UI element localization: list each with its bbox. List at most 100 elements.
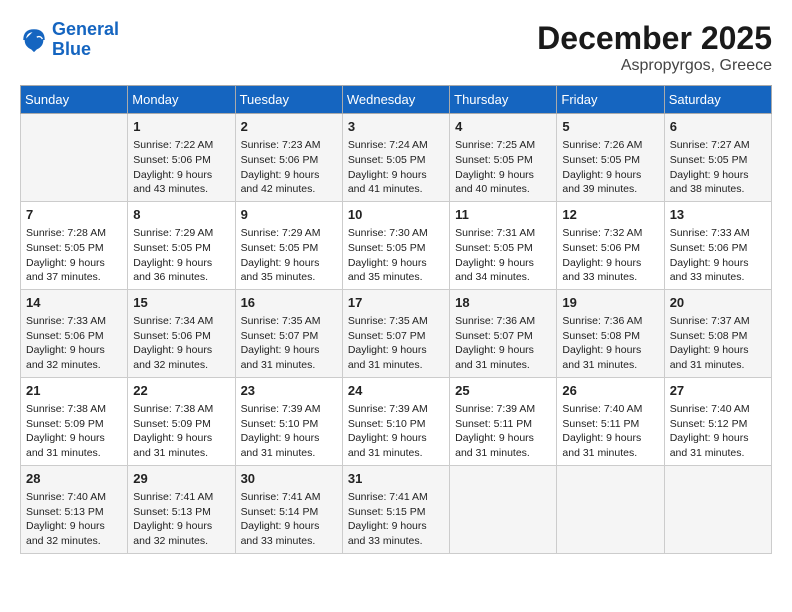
- calendar-cell: 27 Sunrise: 7:40 AM Sunset: 5:12 PM Dayli…: [664, 377, 771, 465]
- calendar-cell: [450, 465, 557, 553]
- day-info: Sunrise: 7:25 AM Sunset: 5:05 PM Dayligh…: [455, 138, 551, 197]
- day-number: 5: [562, 118, 658, 136]
- day-info: Sunrise: 7:39 AM Sunset: 5:10 PM Dayligh…: [241, 402, 337, 461]
- day-info: Sunrise: 7:37 AM Sunset: 5:08 PM Dayligh…: [670, 314, 766, 373]
- day-number: 18: [455, 294, 551, 312]
- calendar-cell: 11Sunrise: 7:31 AM Sunset: 5:05 PM Dayli…: [450, 201, 557, 289]
- day-number: 27: [670, 382, 766, 400]
- calendar-cell: 19 Sunrise: 7:36 AM Sunset: 5:08 PM Dayli…: [557, 289, 664, 377]
- weekday-header: Sunday: [21, 86, 128, 114]
- logo-text: General Blue: [52, 20, 119, 60]
- calendar-cell: 25Sunrise: 7:39 AM Sunset: 5:11 PM Dayli…: [450, 377, 557, 465]
- calendar-cell: 18 Sunrise: 7:36 AM Sunset: 5:07 PM Dayli…: [450, 289, 557, 377]
- weekday-header-row: SundayMondayTuesdayWednesdayThursdayFrid…: [21, 86, 772, 114]
- day-number: 21: [26, 382, 122, 400]
- day-info: Sunrise: 7:41 AM Sunset: 5:15 PM Dayligh…: [348, 490, 444, 549]
- day-number: 20: [670, 294, 766, 312]
- logo: General Blue: [20, 20, 119, 60]
- day-info: Sunrise: 7:33 AM Sunset: 5:06 PM Dayligh…: [670, 226, 766, 285]
- day-number: 2: [241, 118, 337, 136]
- day-number: 9: [241, 206, 337, 224]
- weekday-header: Friday: [557, 86, 664, 114]
- calendar-week-row: 1Sunrise: 7:22 AM Sunset: 5:06 PM Daylig…: [21, 114, 772, 202]
- day-number: 6: [670, 118, 766, 136]
- day-info: Sunrise: 7:26 AM Sunset: 5:05 PM Dayligh…: [562, 138, 658, 197]
- day-number: 4: [455, 118, 551, 136]
- calendar-cell: 26Sunrise: 7:40 AM Sunset: 5:11 PM Dayli…: [557, 377, 664, 465]
- day-info: Sunrise: 7:36 AM Sunset: 5:07 PM Dayligh…: [455, 314, 551, 373]
- day-number: 3: [348, 118, 444, 136]
- calendar-cell: 30Sunrise: 7:41 AM Sunset: 5:14 PM Dayli…: [235, 465, 342, 553]
- day-number: 24: [348, 382, 444, 400]
- day-number: 19: [562, 294, 658, 312]
- day-info: Sunrise: 7:38 AM Sunset: 5:09 PM Dayligh…: [133, 402, 229, 461]
- calendar-week-row: 21 Sunrise: 7:38 AM Sunset: 5:09 PM Dayli…: [21, 377, 772, 465]
- logo-line2: Blue: [52, 39, 91, 59]
- day-number: 13: [670, 206, 766, 224]
- day-info: Sunrise: 7:30 AM Sunset: 5:05 PM Dayligh…: [348, 226, 444, 285]
- weekday-header: Thursday: [450, 86, 557, 114]
- calendar-cell: 3 Sunrise: 7:24 AM Sunset: 5:05 PM Daylig…: [342, 114, 449, 202]
- day-info: Sunrise: 7:29 AM Sunset: 5:05 PM Dayligh…: [241, 226, 337, 285]
- calendar-cell: [21, 114, 128, 202]
- day-info: Sunrise: 7:40 AM Sunset: 5:11 PM Dayligh…: [562, 402, 658, 461]
- day-number: 11: [455, 206, 551, 224]
- day-number: 31: [348, 470, 444, 488]
- day-info: Sunrise: 7:36 AM Sunset: 5:08 PM Dayligh…: [562, 314, 658, 373]
- day-number: 30: [241, 470, 337, 488]
- title-section: December 2025 Aspropyrgos, Greece: [537, 20, 772, 75]
- day-number: 16: [241, 294, 337, 312]
- day-number: 1: [133, 118, 229, 136]
- calendar-week-row: 7Sunrise: 7:28 AM Sunset: 5:05 PM Daylig…: [21, 201, 772, 289]
- day-number: 7: [26, 206, 122, 224]
- calendar-week-row: 28Sunrise: 7:40 AM Sunset: 5:13 PM Dayli…: [21, 465, 772, 553]
- day-info: Sunrise: 7:34 AM Sunset: 5:06 PM Dayligh…: [133, 314, 229, 373]
- calendar-cell: 24 Sunrise: 7:39 AM Sunset: 5:10 PM Dayli…: [342, 377, 449, 465]
- weekday-header: Wednesday: [342, 86, 449, 114]
- location: Aspropyrgos, Greece: [537, 57, 772, 75]
- day-number: 23: [241, 382, 337, 400]
- calendar-cell: 12Sunrise: 7:32 AM Sunset: 5:06 PM Dayli…: [557, 201, 664, 289]
- day-info: Sunrise: 7:27 AM Sunset: 5:05 PM Dayligh…: [670, 138, 766, 197]
- day-number: 8: [133, 206, 229, 224]
- day-info: Sunrise: 7:35 AM Sunset: 5:07 PM Dayligh…: [241, 314, 337, 373]
- day-info: Sunrise: 7:41 AM Sunset: 5:13 PM Dayligh…: [133, 490, 229, 549]
- day-info: Sunrise: 7:39 AM Sunset: 5:11 PM Dayligh…: [455, 402, 551, 461]
- calendar-cell: 31 Sunrise: 7:41 AM Sunset: 5:15 PM Dayli…: [342, 465, 449, 553]
- calendar-cell: 23 Sunrise: 7:39 AM Sunset: 5:10 PM Dayli…: [235, 377, 342, 465]
- day-info: Sunrise: 7:24 AM Sunset: 5:05 PM Dayligh…: [348, 138, 444, 197]
- calendar-cell: 9 Sunrise: 7:29 AM Sunset: 5:05 PM Daylig…: [235, 201, 342, 289]
- calendar-cell: 21Sunrise: 7:38 AM Sunset: 5:09 PM Dayli…: [21, 377, 128, 465]
- day-number: 22: [133, 382, 229, 400]
- calendar-cell: [664, 465, 771, 553]
- calendar-cell: 2 Sunrise: 7:23 AM Sunset: 5:06 PM Daylig…: [235, 114, 342, 202]
- day-info: Sunrise: 7:35 AM Sunset: 5:07 PM Dayligh…: [348, 314, 444, 373]
- day-number: 12: [562, 206, 658, 224]
- calendar-week-row: 14Sunrise: 7:33 AM Sunset: 5:06 PM Dayli…: [21, 289, 772, 377]
- calendar-cell: 5 Sunrise: 7:26 AM Sunset: 5:05 PM Daylig…: [557, 114, 664, 202]
- day-info: Sunrise: 7:23 AM Sunset: 5:06 PM Dayligh…: [241, 138, 337, 197]
- calendar-cell: 20 Sunrise: 7:37 AM Sunset: 5:08 PM Dayli…: [664, 289, 771, 377]
- calendar-cell: 7Sunrise: 7:28 AM Sunset: 5:05 PM Daylig…: [21, 201, 128, 289]
- day-info: Sunrise: 7:40 AM Sunset: 5:12 PM Dayligh…: [670, 402, 766, 461]
- day-number: 17: [348, 294, 444, 312]
- month-title: December 2025: [537, 20, 772, 57]
- day-number: 14: [26, 294, 122, 312]
- day-info: Sunrise: 7:29 AM Sunset: 5:05 PM Dayligh…: [133, 226, 229, 285]
- calendar-cell: 8 Sunrise: 7:29 AM Sunset: 5:05 PM Daylig…: [128, 201, 235, 289]
- day-info: Sunrise: 7:40 AM Sunset: 5:13 PM Dayligh…: [26, 490, 122, 549]
- logo-icon: [20, 26, 48, 54]
- page-header: General Blue December 2025 Aspropyrgos, …: [20, 20, 772, 75]
- calendar-cell: 10 Sunrise: 7:30 AM Sunset: 5:05 PM Dayli…: [342, 201, 449, 289]
- weekday-header: Monday: [128, 86, 235, 114]
- weekday-header: Tuesday: [235, 86, 342, 114]
- day-number: 10: [348, 206, 444, 224]
- calendar-cell: 22 Sunrise: 7:38 AM Sunset: 5:09 PM Dayli…: [128, 377, 235, 465]
- weekday-header: Saturday: [664, 86, 771, 114]
- day-info: Sunrise: 7:39 AM Sunset: 5:10 PM Dayligh…: [348, 402, 444, 461]
- day-number: 29: [133, 470, 229, 488]
- calendar-cell: 4 Sunrise: 7:25 AM Sunset: 5:05 PM Daylig…: [450, 114, 557, 202]
- day-number: 15: [133, 294, 229, 312]
- calendar-cell: 16 Sunrise: 7:35 AM Sunset: 5:07 PM Dayli…: [235, 289, 342, 377]
- calendar-cell: 1Sunrise: 7:22 AM Sunset: 5:06 PM Daylig…: [128, 114, 235, 202]
